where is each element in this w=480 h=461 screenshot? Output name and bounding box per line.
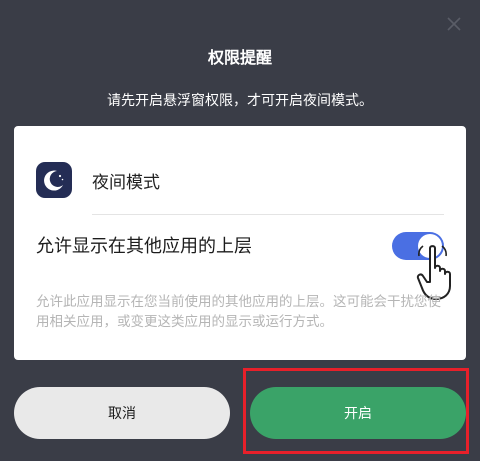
permission-description: 允许此应用显示在您当前使用的其他应用的上层。这可能会干扰您使用相关应用，或变更这… — [36, 294, 441, 330]
moon-icon — [36, 162, 72, 198]
dialog-title: 权限提醒 — [207, 48, 272, 67]
cancel-button[interactable]: 取消 — [14, 387, 230, 439]
app-row: 夜间模式 — [36, 162, 160, 198]
permission-card: 夜间模式 允许显示在其他应用的上层 允许此应用显示在您当前使用的其他应用的上层。… — [14, 126, 466, 360]
dialog-subtitle: 请先开启悬浮窗权限，才可开启夜间模式。 — [107, 93, 373, 109]
permission-label: 允许显示在其他应用的上层 — [36, 236, 252, 257]
permission-dialog: 权限提醒 请先开启悬浮窗权限，才可开启夜间模式。 夜间模式 允许显示在其他应用的… — [0, 0, 480, 461]
app-name: 夜间模式 — [92, 172, 160, 193]
enable-button[interactable]: 开启 — [250, 387, 466, 439]
close-icon[interactable] — [442, 12, 466, 36]
divider — [92, 214, 444, 215]
